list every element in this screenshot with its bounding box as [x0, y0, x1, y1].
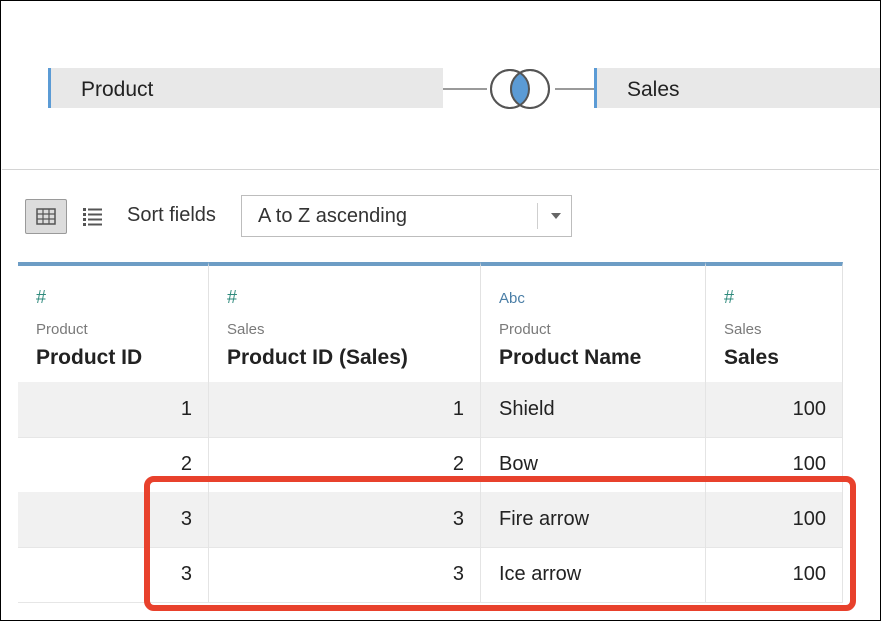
- string-type-icon[interactable]: Abc: [499, 291, 525, 306]
- join-connector-left: [443, 88, 487, 90]
- column-header-product-id-sales[interactable]: # Sales Product ID (Sales): [209, 262, 481, 382]
- number-type-icon[interactable]: #: [227, 288, 237, 306]
- chevron-down-icon: [551, 213, 561, 219]
- cell-product-name: Shield: [481, 382, 706, 437]
- number-type-icon[interactable]: #: [724, 288, 734, 306]
- inner-join-venn-icon[interactable]: [485, 68, 555, 110]
- sort-fields-value: A to Z ascending: [258, 205, 407, 227]
- sort-fields-dropdown[interactable]: A to Z ascending: [241, 195, 572, 237]
- grid-view-button[interactable]: [25, 199, 67, 234]
- join-connector-right: [555, 88, 594, 90]
- table-pill-sales[interactable]: Sales: [594, 68, 880, 108]
- cell-product-id: 1: [18, 382, 209, 437]
- column-header-sales[interactable]: # Sales Sales: [706, 262, 843, 382]
- column-name: Product ID (Sales): [227, 346, 408, 369]
- list-view-icon[interactable]: [79, 202, 107, 230]
- sort-fields-label: Sort fields: [127, 204, 216, 226]
- cell-product-id-sales: 1: [209, 382, 481, 437]
- table-pill-product[interactable]: Product: [48, 68, 443, 108]
- column-name: Product Name: [499, 346, 642, 369]
- table-row: 1 1 Shield 100: [18, 382, 843, 438]
- grid-view-icon: [36, 208, 56, 225]
- highlight-annotation-box: [144, 476, 856, 611]
- table-pill-label: Product: [81, 78, 154, 101]
- column-source: Sales: [724, 321, 762, 338]
- number-type-icon[interactable]: #: [36, 288, 46, 306]
- table-pill-label: Sales: [627, 78, 680, 101]
- grid-header: # Product Product ID # Sales Product ID …: [18, 262, 843, 383]
- data-source-window: Product Sales Sort fields A to Z ascendi…: [0, 0, 881, 621]
- column-source: Product: [499, 321, 551, 338]
- column-source: Product: [36, 321, 88, 338]
- dropdown-divider: [537, 203, 538, 229]
- column-header-product-name[interactable]: Abc Product Product Name: [481, 262, 706, 382]
- cell-sales: 100: [706, 382, 843, 437]
- column-header-product-id[interactable]: # Product Product ID: [18, 262, 209, 382]
- column-name: Product ID: [36, 346, 143, 369]
- column-name: Sales: [724, 346, 779, 369]
- column-source: Sales: [227, 321, 265, 338]
